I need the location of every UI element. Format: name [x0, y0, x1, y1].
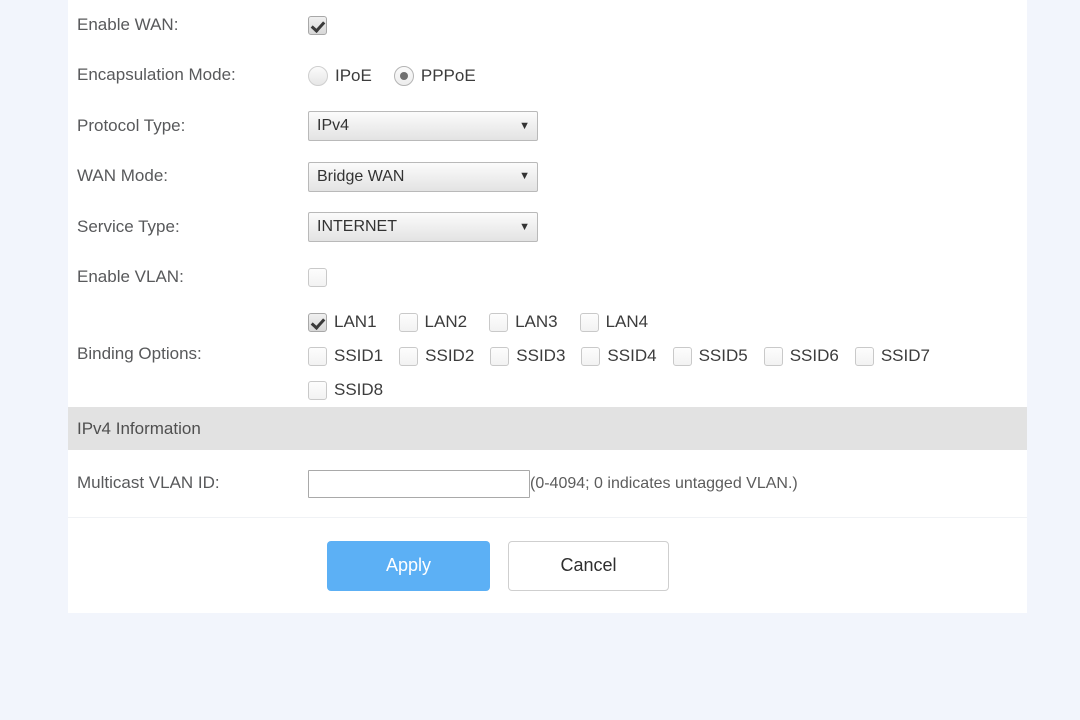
- binding-options-group: LAN1 LAN2 LAN3 LAN4 SSID1 SSID2 SSID3 SS…: [308, 305, 1008, 407]
- binding-option-lan3[interactable]: LAN3: [489, 305, 558, 339]
- encapsulation-mode-field: IPoE PPPoE: [308, 50, 1027, 101]
- binding-option-ssid2[interactable]: SSID2: [399, 339, 474, 373]
- ssid2-checkbox[interactable]: [399, 346, 419, 366]
- service-type-label: Service Type:: [77, 216, 180, 236]
- binding-options-field: LAN1 LAN2 LAN3 LAN4 SSID1 SSID2 SSID3 SS…: [308, 303, 1027, 407]
- binding-option-ssid3[interactable]: SSID3: [490, 339, 565, 373]
- page-root: Enable WAN: Encapsulation Mode: IPoE PPP…: [0, 0, 1080, 720]
- radio-option-pppoe[interactable]: PPPoE: [393, 65, 476, 86]
- ssid3-label: SSID3: [516, 346, 566, 365]
- binding-option-ssid4[interactable]: SSID4: [581, 339, 657, 373]
- row-wan-mode: WAN Mode: Bridge WAN ▼: [68, 151, 1027, 202]
- multicast-vlan-id-input[interactable]: [308, 469, 530, 498]
- service-type-field: INTERNET ▼: [308, 202, 1027, 252]
- enable-wan-label: Enable WAN:: [77, 14, 179, 34]
- row-multicast-vlan-id: Multicast VLAN ID: (0-4094; 0 indicates …: [68, 450, 1027, 518]
- lan1-label: LAN1: [334, 312, 377, 331]
- binding-option-ssid6[interactable]: SSID6: [763, 339, 839, 373]
- protocol-type-field: IPv4 ▼: [308, 101, 1027, 151]
- enable-wan-field: [308, 0, 1027, 50]
- multicast-vlan-id-hint: (0-4094; 0 indicates untagged VLAN.): [530, 474, 798, 492]
- row-encapsulation-mode: Encapsulation Mode: IPoE PPPoE: [68, 50, 1027, 101]
- binding-options-label: Binding Options:: [77, 343, 202, 363]
- wan-mode-label: WAN Mode:: [77, 166, 169, 186]
- wan-mode-select[interactable]: Bridge WAN ▼: [308, 161, 538, 192]
- ssid1-label: SSID1: [334, 346, 384, 365]
- row-service-type: Service Type: INTERNET ▼: [68, 202, 1027, 252]
- lan2-checkbox[interactable]: [398, 312, 418, 332]
- chevron-down-icon: ▼: [519, 220, 530, 233]
- ssid4-label: SSID4: [607, 346, 657, 365]
- lan2-label: LAN2: [424, 312, 468, 331]
- ssid6-checkbox[interactable]: [763, 346, 783, 366]
- ssid8-checkbox[interactable]: [308, 380, 327, 400]
- encapsulation-mode-label: Encapsulation Mode:: [77, 65, 236, 85]
- binding-option-ssid1[interactable]: SSID1: [308, 339, 383, 373]
- ssid5-label: SSID5: [698, 346, 748, 365]
- binding-option-ssid7[interactable]: SSID7: [854, 339, 930, 373]
- ipoe-label: IPoE: [335, 65, 372, 85]
- chevron-down-icon: ▼: [519, 170, 530, 182]
- ssid1-checkbox[interactable]: [308, 346, 327, 366]
- apply-button[interactable]: Apply: [327, 540, 490, 591]
- pppoe-radio[interactable]: [393, 65, 414, 86]
- ssid5-checkbox[interactable]: [672, 346, 692, 366]
- lan4-label: LAN4: [605, 312, 649, 331]
- enable-vlan-label: Enable VLAN:: [77, 267, 184, 287]
- binding-option-lan1[interactable]: LAN1: [308, 305, 377, 339]
- lan1-checkbox[interactable]: [308, 312, 327, 332]
- protocol-type-select[interactable]: IPv4 ▼: [308, 111, 538, 141]
- wan-mode-field: Bridge WAN ▼: [308, 151, 1027, 202]
- ssid4-checkbox[interactable]: [581, 346, 601, 366]
- ssid2-label: SSID2: [425, 346, 475, 365]
- ipoe-radio[interactable]: [308, 65, 328, 86]
- enable-vlan-checkbox[interactable]: [308, 268, 327, 287]
- ipv4-information-header: IPv4 Information: [68, 407, 1027, 450]
- row-protocol-type: Protocol Type: IPv4 ▼: [68, 101, 1027, 151]
- wan-mode-value: Bridge WAN: [317, 167, 405, 185]
- ssid8-label: SSID8: [334, 380, 384, 399]
- binding-option-ssid8[interactable]: SSID8: [308, 373, 383, 407]
- service-type-select[interactable]: INTERNET ▼: [308, 212, 538, 242]
- row-enable-wan: Enable WAN:: [68, 0, 1027, 50]
- lan3-checkbox[interactable]: [489, 312, 509, 332]
- binding-option-ssid5[interactable]: SSID5: [672, 339, 748, 373]
- ssid6-label: SSID6: [789, 346, 839, 365]
- chevron-down-icon: ▼: [519, 119, 530, 132]
- form-actions: Apply Cancel: [68, 518, 1027, 613]
- pppoe-label: PPPoE: [420, 65, 476, 85]
- ssid7-label: SSID7: [880, 346, 930, 365]
- service-type-value: INTERNET: [317, 218, 397, 235]
- multicast-vlan-id-label: Multicast VLAN ID:: [77, 473, 220, 493]
- radio-option-ipoe[interactable]: IPoE: [308, 65, 372, 86]
- wan-configuration-card: Enable WAN: Encapsulation Mode: IPoE PPP…: [68, 0, 1027, 613]
- lan4-checkbox[interactable]: [579, 312, 599, 332]
- ssid3-checkbox[interactable]: [490, 346, 510, 366]
- row-enable-vlan: Enable VLAN:: [68, 252, 1027, 303]
- cancel-button[interactable]: Cancel: [508, 540, 669, 591]
- protocol-type-label: Protocol Type:: [77, 115, 186, 135]
- multicast-vlan-id-field: (0-4094; 0 indicates untagged VLAN.): [308, 450, 1027, 517]
- enable-wan-checkbox[interactable]: [308, 15, 327, 35]
- row-binding-options: Binding Options: LAN1 LAN2 LAN3 LAN4 SSI…: [68, 303, 1027, 407]
- binding-option-lan2[interactable]: LAN2: [398, 305, 468, 339]
- protocol-type-value: IPv4: [317, 117, 350, 134]
- lan3-label: LAN3: [515, 312, 558, 331]
- ssid7-checkbox[interactable]: [854, 346, 874, 366]
- encapsulation-mode-radio-group: IPoE PPPoE: [308, 65, 498, 86]
- binding-option-lan4[interactable]: LAN4: [579, 305, 649, 339]
- enable-vlan-field: [308, 252, 1027, 303]
